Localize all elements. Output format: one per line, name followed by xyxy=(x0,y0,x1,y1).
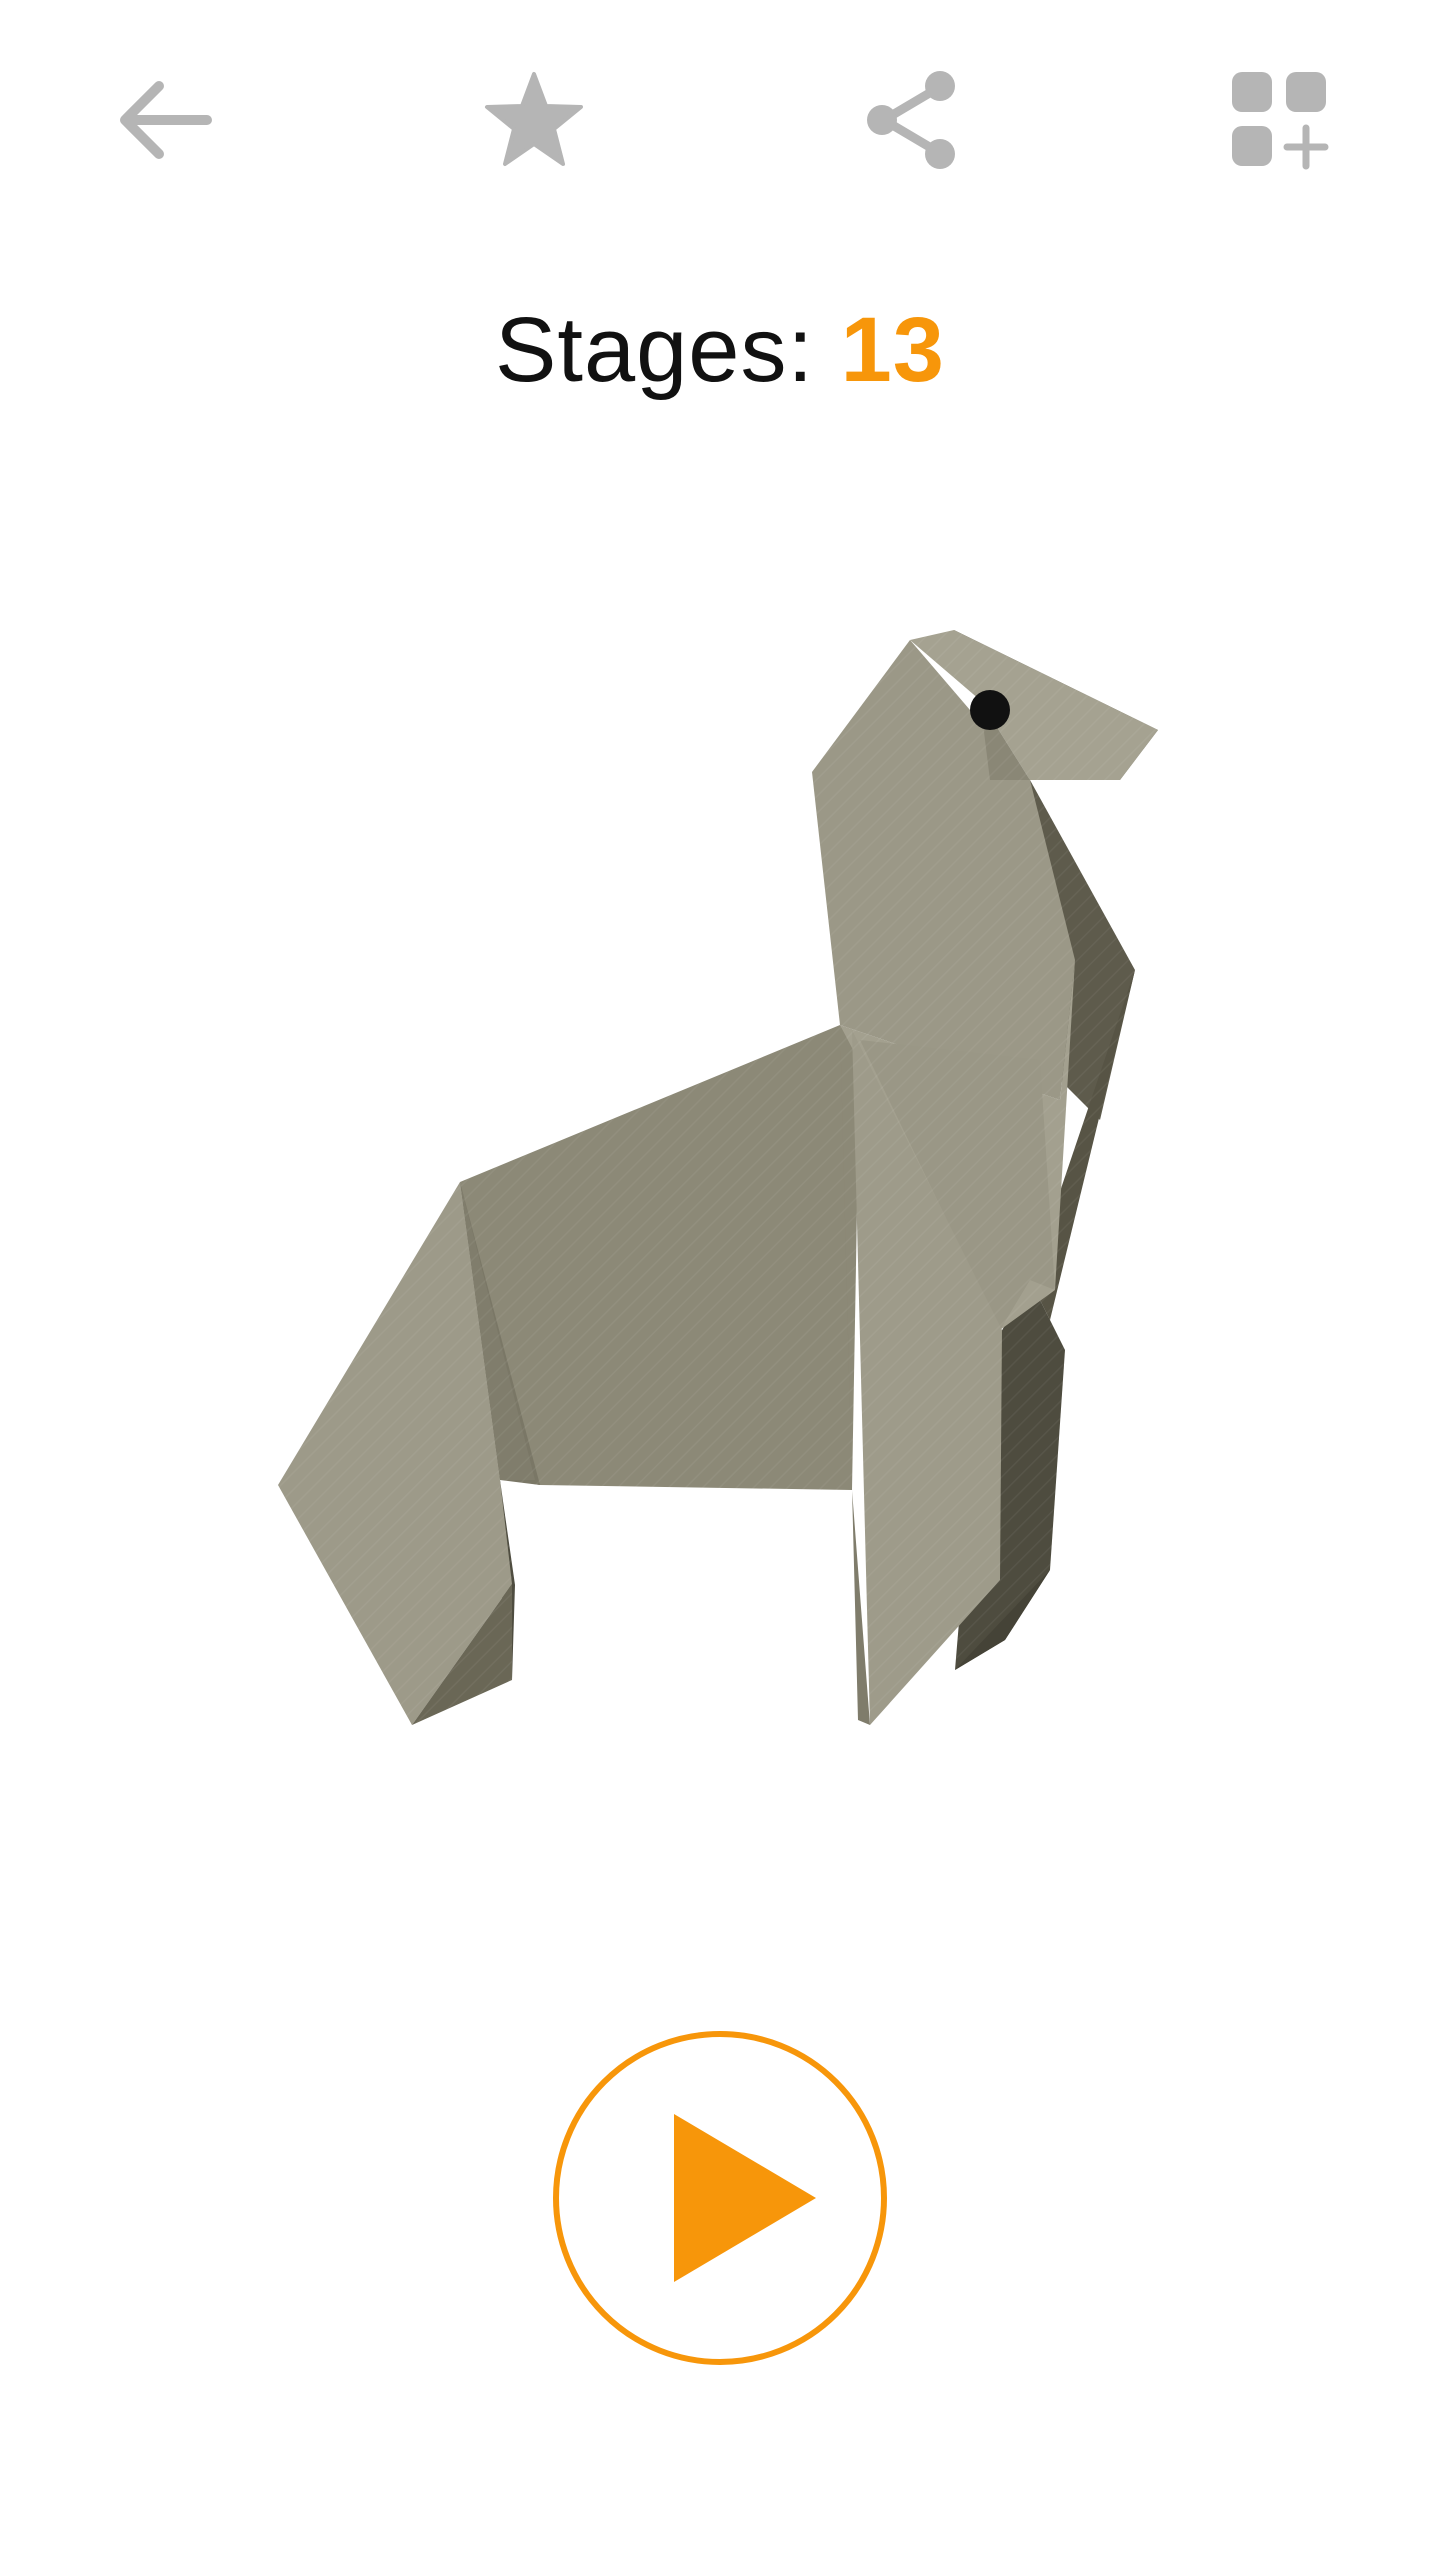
back-button[interactable] xyxy=(104,60,224,180)
stages-heading: Stages: 13 xyxy=(0,290,1440,410)
play-icon xyxy=(553,2031,887,2365)
top-toolbar xyxy=(0,0,1440,240)
add-widget-icon xyxy=(1232,72,1329,170)
origami-detail-screen: Stages: 13 xyxy=(0,0,1440,2560)
share-icon xyxy=(867,71,955,169)
star-icon xyxy=(485,72,583,166)
arrow-left-icon xyxy=(120,81,212,159)
add-widget-button[interactable] xyxy=(1220,60,1340,180)
favorite-button[interactable] xyxy=(474,60,594,180)
share-button[interactable] xyxy=(852,60,972,180)
play-button[interactable] xyxy=(552,2030,888,2366)
stages-count: 13 xyxy=(840,299,945,401)
stages-label: Stages: xyxy=(495,299,841,401)
eye xyxy=(970,690,1010,730)
